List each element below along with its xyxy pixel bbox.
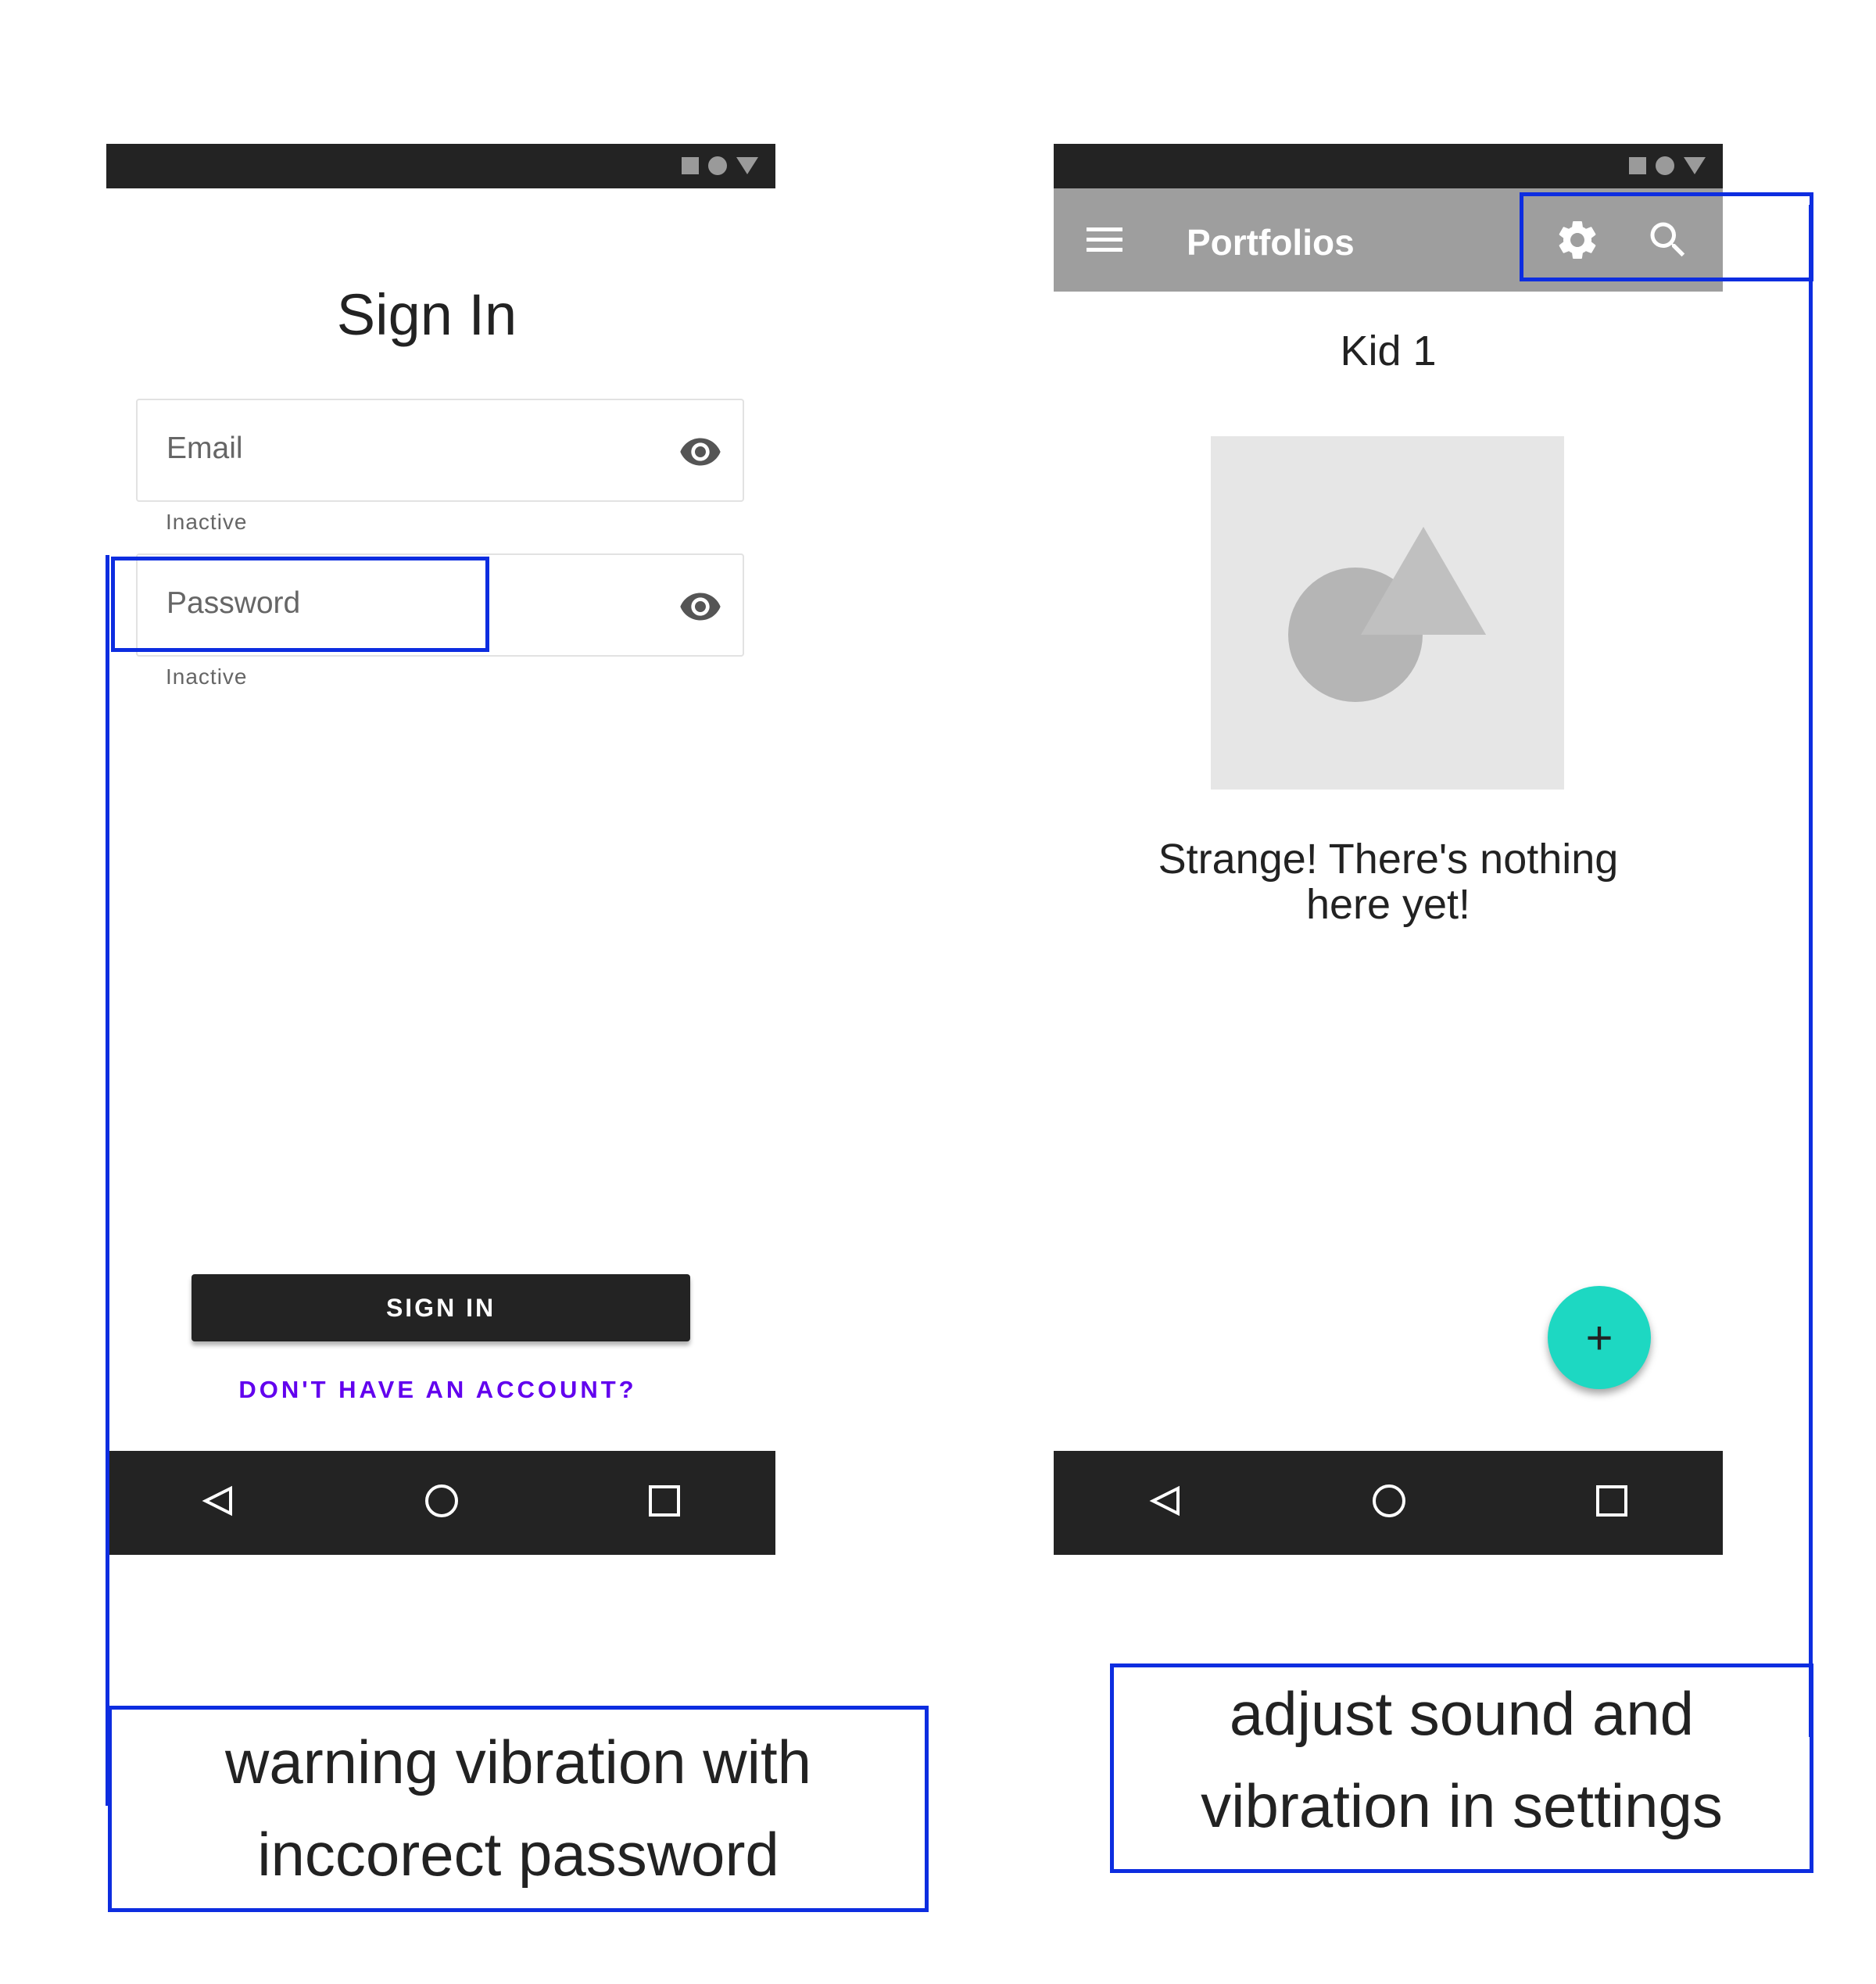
empty-state-line-2: here yet!	[1305, 881, 1471, 928]
recents-icon[interactable]	[1595, 1484, 1628, 1521]
app-bar-title: Portfolios	[1187, 222, 1355, 263]
left-nav-bar	[106, 1451, 775, 1555]
email-field[interactable]: Email	[136, 399, 744, 502]
left-status-bar	[106, 144, 775, 188]
home-icon[interactable]	[1371, 1483, 1407, 1523]
back-icon[interactable]	[201, 1484, 235, 1522]
no-account-link[interactable]: DON'T HAVE AN ACCOUNT?	[156, 1376, 719, 1404]
sign-in-title: Sign In	[336, 282, 517, 347]
home-icon[interactable]	[424, 1483, 460, 1523]
password-helper-text: Inactive	[166, 664, 248, 689]
password-highlight-box	[111, 557, 489, 652]
add-fab-button[interactable]: +	[1548, 1286, 1651, 1389]
empty-state-line-1: Strange! There's nothing	[1158, 836, 1619, 883]
recents-icon[interactable]	[648, 1484, 681, 1521]
left-connector-line	[106, 555, 109, 1806]
signal-square-icon	[1629, 157, 1646, 174]
right-nav-bar	[1054, 1451, 1723, 1555]
right-annotation-box: adjust sound and vibration in settings	[1110, 1663, 1813, 1873]
back-icon[interactable]	[1148, 1484, 1183, 1522]
menu-icon[interactable]	[1085, 224, 1124, 260]
plus-icon: +	[1585, 1311, 1613, 1364]
left-annotation-line-1: warning vibration with	[224, 1728, 812, 1796]
email-helper-text: Inactive	[166, 510, 248, 534]
eye-icon[interactable]	[678, 430, 722, 478]
right-connector-line	[1809, 205, 1813, 1737]
right-status-bar	[1054, 144, 1723, 188]
empty-state-image	[1211, 436, 1564, 790]
kid-name: Kid 1	[1340, 328, 1437, 374]
left-annotation-line-2: inccorect password	[257, 1820, 779, 1889]
sign-in-button[interactable]: SIGN IN	[192, 1274, 690, 1341]
signal-triangle-icon	[1684, 157, 1706, 174]
signal-triangle-icon	[736, 157, 758, 174]
signal-dot-icon	[708, 156, 727, 175]
eye-icon[interactable]	[678, 585, 722, 632]
empty-state-message: Strange! There's nothing here yet!	[1054, 836, 1723, 927]
signal-square-icon	[682, 157, 699, 174]
signal-dot-icon	[1656, 156, 1674, 175]
toolbar-icons-highlight-box	[1520, 192, 1813, 281]
right-annotation-line-2: vibration in settings	[1201, 1771, 1723, 1840]
email-field-label: Email	[166, 432, 243, 465]
right-annotation-line-1: adjust sound and	[1229, 1679, 1695, 1748]
left-annotation-box: warning vibration with inccorect passwor…	[108, 1706, 929, 1912]
